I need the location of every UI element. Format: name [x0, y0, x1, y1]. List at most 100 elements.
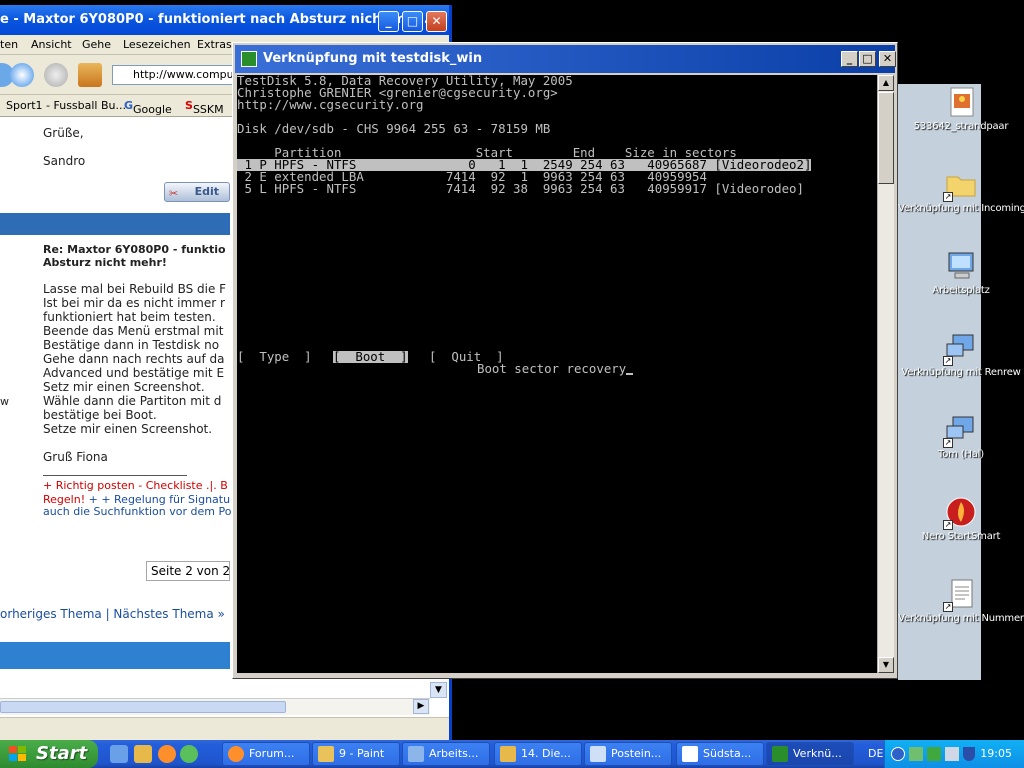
header-line: http://www.cgsecurity.org — [237, 97, 424, 112]
language-indicator[interactable]: DE — [868, 740, 883, 768]
maximize-button[interactable]: □ — [402, 11, 423, 32]
tray-network-icon[interactable] — [909, 747, 923, 761]
taskbar-button-testdisk[interactable]: Verknü... — [766, 742, 854, 766]
winamp-icon — [500, 746, 516, 762]
signature: Sandro — [43, 154, 86, 168]
post-line: Advanced und bestätige mit E — [43, 366, 225, 380]
desktop-icon-nummer[interactable]: ↗ Verknüpfung mit Nummer — [898, 578, 1024, 624]
search-hint-link[interactable]: auch die Suchfunktion vor dem Po — [43, 505, 231, 518]
desktop-icon-strandpaar[interactable]: 533642_strandpaar — [898, 86, 1024, 132]
edit-icon: ✂ — [169, 187, 179, 200]
testdisk-window[interactable]: Verknüpfung mit testdisk_win _ □ ✕ TestD… — [232, 42, 898, 679]
menu-item-bookmarks[interactable]: Lesezeichen — [123, 38, 191, 51]
thread-navigation[interactable]: orheriges Thema | Nächstes Thema » — [0, 607, 225, 621]
quicklaunch-media-icon[interactable] — [180, 745, 198, 763]
taskbar-button-forum[interactable]: Forum... — [222, 742, 310, 766]
clock[interactable]: 19:05 — [980, 740, 1012, 768]
console-icon — [772, 746, 788, 762]
scroll-right-arrow[interactable]: ▶ — [413, 699, 429, 714]
menu-type-button[interactable]: [ Type ] — [237, 350, 312, 363]
post-body: Lasse mal bei Rebuild BS die F Ist bei m… — [43, 282, 233, 562]
menu-item-view[interactable]: Ansicht — [31, 38, 72, 51]
menu-item-file[interactable]: ten — [0, 38, 18, 51]
post-line: Gehe dann nach rechts auf da — [43, 352, 225, 366]
bookmark-sskm[interactable]: S SSKM — [185, 99, 224, 116]
partition-row[interactable]: 5 L HPFS - NTFS 7414 92 38 9963 254 63 4… — [237, 182, 804, 195]
hscroll-thumb[interactable] — [0, 701, 286, 713]
tray-shield-icon[interactable] — [963, 747, 975, 761]
desktop-icon-incoming[interactable]: ↗ Verknüpfung mit Incoming — [898, 168, 1024, 214]
post-title-line1: Re: Maxtor 6Y080P0 - funktio — [43, 243, 226, 256]
post-header-bar — [0, 213, 230, 235]
page-indicator[interactable]: Seite 2 von 2 — [146, 561, 230, 581]
close-button[interactable]: ✕ — [426, 11, 447, 32]
image-file-icon — [945, 86, 977, 118]
tray-monitor-icon[interactable] — [945, 747, 959, 761]
status-bar — [0, 717, 449, 740]
post-line: Beende das Menü erstmal mit — [43, 324, 224, 338]
testdisk-title: Verknüpfung mit testdisk_win — [263, 51, 483, 66]
desktop-icon-nero[interactable]: ↗ Nero StartSmart — [898, 496, 1024, 542]
post-line: Setz mir einen Screenshot. — [43, 380, 205, 394]
taskbar: Start Forum... 9 - Paint Arbeits... 14. … — [0, 740, 1024, 768]
stop-icon[interactable] — [44, 63, 68, 87]
horizontal-scrollbar[interactable]: ▶ — [0, 698, 430, 715]
taskbar-button-winamp[interactable]: 14. Die... — [494, 742, 582, 766]
quicklaunch-winamp-icon[interactable] — [134, 745, 152, 763]
text-file-shortcut-icon: ↗ — [943, 578, 977, 612]
greeting: Grüße, — [43, 126, 84, 140]
network-shortcut-icon: ↗ — [943, 332, 977, 366]
taskbar-button-arbeitsplatz[interactable]: Arbeits... — [402, 742, 490, 766]
menu-item-extras[interactable]: Extras — [197, 38, 232, 51]
left-edge-fragment: w — [0, 395, 9, 408]
console-maximize-button[interactable]: □ — [859, 51, 876, 67]
testdisk-titlebar[interactable]: Verknüpfung mit testdisk_win _ □ ✕ — [235, 45, 896, 73]
taskbar-button-posteingang[interactable]: Postein... — [584, 742, 672, 766]
tray-expand-icon[interactable] — [891, 747, 905, 761]
post-line: Wähle dann die Partiton mit d — [43, 394, 222, 408]
status-line: Boot sector recovery — [477, 362, 634, 375]
post-line: bestätige bei Boot. — [43, 408, 157, 422]
start-button[interactable]: Start — [0, 740, 98, 768]
signature-divider — [43, 475, 187, 476]
console-output[interactable]: TestDisk 5.8, Data Recovery Utility, May… — [237, 75, 877, 673]
post-line: Ist bei mir da es nicht immer r — [43, 296, 225, 310]
minimize-button[interactable]: _ — [378, 11, 399, 32]
post-line: Bestätige dann in Testdisk no — [43, 338, 220, 352]
home-icon[interactable] — [78, 63, 102, 87]
footer-bar — [0, 642, 230, 669]
console-close-button[interactable]: ✕ — [879, 51, 896, 67]
console-minimize-button[interactable]: _ — [841, 51, 858, 67]
scroll-up-arrow[interactable]: ▲ — [878, 75, 894, 91]
console-icon — [241, 51, 257, 67]
post-title-line2: Absturz nicht mehr! — [43, 256, 167, 269]
windows-logo-icon — [9, 746, 26, 761]
cursor — [626, 373, 634, 375]
post-line: Lasse mal bei Rebuild BS die F — [43, 282, 227, 296]
reload-icon[interactable] — [10, 63, 34, 87]
taskbar-button-paint[interactable]: 9 - Paint — [312, 742, 400, 766]
desktop-icon-renrew[interactable]: ↗ Verknüpfung mit Renrew — [898, 332, 1024, 378]
desktop-icon-tom-hal[interactable]: ↗ Tom (Hal) — [898, 414, 1024, 460]
quicklaunch-firefox-icon[interactable] — [158, 745, 176, 763]
bookmark-google[interactable]: G Google — [124, 99, 172, 116]
menu-item-go[interactable]: Gehe — [82, 38, 111, 51]
my-computer-icon — [945, 250, 977, 282]
scroll-down-arrow[interactable]: ▼ — [430, 682, 447, 698]
desktop-icon-arbeitsplatz[interactable]: Arbeitsplatz — [898, 250, 1024, 296]
console-scrollbar[interactable]: ▲ ▼ — [877, 75, 894, 673]
menu-boot-button[interactable]: [ Boot ] — [333, 350, 408, 363]
folder-shortcut-icon: ↗ — [943, 168, 977, 202]
nero-icon: ↗ — [943, 496, 977, 530]
taskbar-button-suedsta[interactable]: Südsta... — [676, 742, 764, 766]
scroll-down-arrow[interactable]: ▼ — [878, 657, 894, 673]
tray-device-icon[interactable] — [927, 747, 941, 761]
bookmark-sport1[interactable]: Sport1 - Fussball Bu... — [6, 99, 126, 112]
edit-button[interactable]: ✂ Edit — [164, 182, 230, 202]
quicklaunch-explorer-icon[interactable] — [110, 745, 128, 763]
checklist-link[interactable]: + Richtig posten - Checkliste .|. B — [43, 479, 228, 492]
browser-titlebar[interactable]: e - Maxtor 6Y080P0 - funktioniert nach A… — [0, 5, 449, 35]
paint-icon — [318, 746, 334, 762]
scroll-thumb[interactable] — [878, 92, 894, 184]
post-line: Setze mir einen Screenshot. — [43, 422, 213, 436]
